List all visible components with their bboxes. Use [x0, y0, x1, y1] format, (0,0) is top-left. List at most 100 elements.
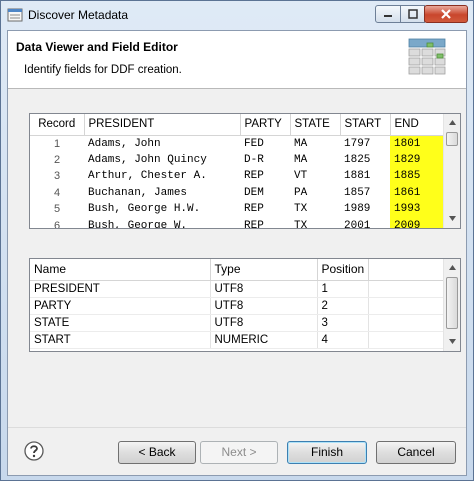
cell-end: 1885 [390, 168, 445, 185]
cell-state: PA [294, 186, 308, 199]
cell-end: 1801 [390, 135, 445, 152]
cell-president: Arthur, Chester A. [88, 170, 207, 183]
cell-state: MA [294, 137, 308, 150]
field-position[interactable]: 4 [317, 331, 369, 349]
table-row[interactable]: 4 Buchanan, James DEM PA 1857 1861 [30, 184, 445, 201]
cell-state: TX [294, 219, 308, 229]
cell-start: 1857 [344, 186, 371, 199]
field-position[interactable]: 2 [317, 297, 369, 315]
app-icon [7, 8, 23, 22]
table-row[interactable]: 6 Bush, George W. REP TX 2001 2009 [30, 217, 445, 229]
help-icon[interactable] [24, 441, 44, 461]
close-button[interactable] [424, 5, 468, 23]
table-row[interactable]: PRESIDENT UTF8 1 [30, 280, 446, 298]
wizard-header: Data Viewer and Field Editor Identify fi… [8, 31, 466, 89]
column-header-end[interactable]: END [390, 114, 446, 136]
record-number: 2 [53, 153, 61, 166]
records-table[interactable]: Record PRESIDENT PARTY STATE START END 1… [29, 113, 461, 229]
column-header-record[interactable]: Record [30, 114, 85, 136]
cell-state: VT [294, 170, 308, 183]
scroll-up-button[interactable] [445, 260, 460, 275]
record-number: 1 [53, 137, 61, 150]
column-header-president[interactable]: PRESIDENT [84, 114, 241, 136]
record-number: 4 [53, 186, 61, 199]
column-header-state[interactable]: STATE [290, 114, 341, 136]
table-grid-icon [408, 38, 446, 75]
record-number: 3 [53, 170, 61, 183]
cell-start: 1825 [344, 153, 371, 166]
column-header-party[interactable]: PARTY [240, 114, 291, 136]
record-number: 5 [53, 203, 61, 216]
scroll-thumb[interactable] [446, 277, 458, 329]
table-row[interactable]: 2 Adams, John Quincy D-R MA 1825 1829 [30, 151, 445, 168]
cell-state: TX [294, 203, 308, 216]
scroll-down-button[interactable] [445, 334, 460, 349]
cell-start: 1881 [344, 170, 371, 183]
table-row[interactable]: 5 Bush, George H.W. REP TX 1989 1993 [30, 201, 445, 218]
table-row[interactable]: 3 Arthur, Chester A. REP VT 1881 1885 [30, 168, 445, 185]
field-position[interactable]: 1 [317, 280, 369, 298]
chevron-up-icon [449, 265, 456, 270]
field-type[interactable]: UTF8 [210, 297, 318, 315]
maximize-icon [407, 9, 418, 19]
scroll-thumb[interactable] [446, 132, 458, 146]
cell-party: FED [244, 137, 264, 150]
records-header-row: Record PRESIDENT PARTY STATE START END [30, 114, 446, 136]
field-type[interactable]: UTF8 [210, 280, 318, 298]
dialog-body: Data Viewer and Field Editor Identify fi… [7, 30, 467, 476]
table-row[interactable]: PARTY UTF8 2 [30, 297, 446, 315]
cell-start: 1989 [344, 203, 371, 216]
field-type[interactable]: UTF8 [210, 314, 318, 332]
cell-party: D-R [244, 153, 264, 166]
fields-header-row: Name Type Position [30, 259, 446, 281]
page-title: Data Viewer and Field Editor [16, 40, 178, 54]
scroll-up-button[interactable] [445, 115, 460, 130]
next-button[interactable]: Next > [200, 441, 278, 464]
field-name[interactable]: PRESIDENT [30, 280, 211, 298]
field-type[interactable]: NUMERIC [210, 331, 318, 349]
minimize-button[interactable] [375, 5, 401, 23]
cell-start: 1797 [344, 137, 371, 150]
column-header-start[interactable]: START [340, 114, 391, 136]
column-header-position[interactable]: Position [317, 259, 369, 281]
title-bar[interactable]: Discover Metadata [1, 1, 473, 29]
table-row[interactable]: START NUMERIC 4 [30, 331, 446, 349]
fields-scrollbar[interactable] [443, 259, 460, 351]
empty-cell [368, 297, 446, 315]
cell-end: 2009 [390, 217, 445, 228]
cell-end: 1993 [390, 201, 445, 218]
column-header-name[interactable]: Name [30, 259, 211, 281]
field-name[interactable]: START [30, 331, 211, 349]
cell-start: 2001 [344, 219, 371, 229]
minimize-icon [384, 15, 392, 17]
finish-button[interactable]: Finish [287, 441, 367, 464]
field-name[interactable]: STATE [30, 314, 211, 332]
scroll-down-button[interactable] [445, 211, 460, 226]
window-title: Discover Metadata [28, 8, 129, 22]
maximize-button[interactable] [400, 5, 425, 23]
back-button[interactable]: < Back [118, 441, 196, 464]
field-position[interactable]: 3 [317, 314, 369, 332]
cell-end: 1829 [390, 151, 445, 168]
dialog-window: Discover Metadata Data Viewer and Field … [0, 0, 474, 481]
fields-table[interactable]: Name Type Position PRESIDENT UTF8 1 PART [29, 258, 461, 352]
chevron-up-icon [449, 120, 456, 125]
cancel-button[interactable]: Cancel [376, 441, 456, 464]
cell-end: 1861 [390, 184, 445, 201]
cell-president: Adams, John [88, 137, 161, 150]
table-row[interactable]: STATE UTF8 3 [30, 314, 446, 332]
table-row[interactable]: 1 Adams, John FED MA 1797 1801 [30, 135, 445, 152]
cell-president: Adams, John Quincy [88, 153, 207, 166]
field-name[interactable]: PARTY [30, 297, 211, 315]
page-subtitle: Identify fields for DDF creation. [24, 64, 182, 76]
cell-party: REP [244, 170, 264, 183]
chevron-down-icon [449, 339, 456, 344]
column-header-type[interactable]: Type [210, 259, 318, 281]
cell-president: Buchanan, James [88, 186, 188, 199]
close-icon [441, 9, 451, 19]
records-scrollbar[interactable] [443, 114, 460, 228]
footer-divider [8, 427, 466, 428]
cell-party: DEM [244, 186, 264, 199]
record-number: 6 [53, 219, 61, 229]
column-header-empty [368, 259, 446, 281]
